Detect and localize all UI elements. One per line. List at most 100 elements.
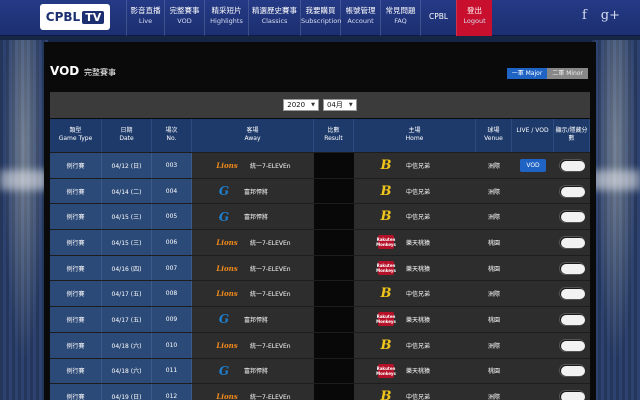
google-plus-icon[interactable]: g+ xyxy=(601,8,620,23)
away-team-cell: Lions統一7-ELEVEn xyxy=(192,333,314,358)
home-team-cell: Rakuten Monkeys 樂天桃猿 xyxy=(354,359,476,384)
vod-button[interactable]: VOD xyxy=(520,159,545,172)
table-row: 例行賽04/12 (日)003Lions統一7-ELEVEnB中信兄弟洲際VOD xyxy=(50,152,590,178)
game-date: 04/14 (二) xyxy=(112,187,142,196)
nav-item-logout[interactable]: 登出Logout xyxy=(456,0,492,36)
column-header-sublabel: Date xyxy=(102,135,151,143)
table-row: 例行賽04/15 (三)005G富邦悍將B中信兄弟洲際 xyxy=(50,203,590,229)
away-team-cell: G富邦悍將 xyxy=(192,204,314,229)
show-score-cell xyxy=(554,384,590,400)
nav-item-label: 我要購買 xyxy=(301,5,340,16)
guardians-logo-icon: G xyxy=(216,363,232,379)
guardians-logo-icon: G xyxy=(216,209,232,225)
game-number: 011 xyxy=(166,367,177,374)
column-header-result: 比數Result xyxy=(314,119,354,152)
column-header-label: 日期 xyxy=(102,127,151,135)
venue-cell: 洲際 xyxy=(476,333,512,358)
home-team-cell: B中信兄弟 xyxy=(354,204,476,229)
column-header-label: 球場 xyxy=(476,127,511,135)
show-score-cell xyxy=(554,256,590,281)
show-score-toggle[interactable] xyxy=(559,339,585,352)
table-row: 例行賽04/17 (五)009G富邦悍將Rakuten Monkeys樂天桃猿桃… xyxy=(50,306,590,332)
live-vod-cell xyxy=(512,384,554,400)
show-score-toggle[interactable] xyxy=(559,313,585,326)
column-header-home: 主場Home xyxy=(354,119,476,152)
game-number-cell: 009 xyxy=(152,307,192,332)
lions-logo-icon: Lions xyxy=(216,157,238,173)
game-number: 006 xyxy=(166,239,177,246)
game-number-cell: 008 xyxy=(152,281,192,306)
nav-item-subscription[interactable]: 我要購買Subscription xyxy=(300,0,340,36)
minor-league-button[interactable]: 二軍 Minor xyxy=(547,68,588,79)
date-cell: 04/16 (四) xyxy=(102,256,152,281)
away-team-cell: Lions統一7-ELEVEn xyxy=(192,256,314,281)
nav-item-label: 常見問題 xyxy=(381,5,420,16)
brothers-logo-icon: B xyxy=(378,337,394,353)
league-toggle: 一軍 Major 二軍 Minor xyxy=(507,68,588,79)
game-number-cell: 005 xyxy=(152,204,192,229)
show-score-toggle[interactable] xyxy=(559,262,585,275)
nav-item-sublabel: Account xyxy=(341,16,380,27)
result-cell xyxy=(314,153,354,178)
column-header-live: LIVE / VOD xyxy=(512,119,554,152)
venue-cell: 洲際 xyxy=(476,179,512,204)
show-score-toggle[interactable] xyxy=(559,364,585,377)
column-header-label: 顯示/隱藏分數 xyxy=(554,127,589,143)
game-type-cell: 例行賽 xyxy=(50,179,102,204)
facebook-icon[interactable]: f xyxy=(582,8,587,23)
nav-item-sublabel: Subscription xyxy=(301,16,340,27)
nav-item-sublabel: Logout xyxy=(457,16,492,27)
away-team-cell: G富邦悍將 xyxy=(192,359,314,384)
show-score-toggle[interactable] xyxy=(559,210,585,223)
game-type-cell: 例行賽 xyxy=(50,307,102,332)
nav-item-highlights[interactable]: 精采短片Highlights xyxy=(204,0,248,36)
cpbl-tv-logo[interactable]: CPBL TV xyxy=(40,4,110,30)
nav-item-label: 精采短片 xyxy=(205,5,248,16)
show-score-cell xyxy=(554,307,590,332)
monkeys-logo-icon: Rakuten Monkeys xyxy=(378,364,394,378)
show-score-toggle[interactable] xyxy=(559,287,585,300)
vod-panel: VOD 完整賽事 一軍 Major 二軍 Minor 2020 ▼ 04月 ▼ … xyxy=(44,42,596,400)
venue-name: 桃園 xyxy=(488,315,500,324)
game-number-cell: 012 xyxy=(152,384,192,400)
show-score-toggle[interactable] xyxy=(559,185,585,198)
home-team-name: 樂天桃猿 xyxy=(406,366,430,375)
show-score-cell xyxy=(554,179,590,204)
nav-item-sublabel: Classics xyxy=(249,16,300,27)
venue-name: 洲際 xyxy=(488,187,500,196)
guardians-logo-icon: G xyxy=(216,183,232,199)
column-header-venue: 球場Venue xyxy=(476,119,512,152)
nav-item-vod[interactable]: 完整賽事VOD xyxy=(164,0,204,36)
nav-item-classics[interactable]: 精選歷史賽事Classics xyxy=(248,0,300,36)
chevron-down-icon: ▼ xyxy=(311,99,315,111)
month-select[interactable]: 04月 ▼ xyxy=(323,99,357,111)
nav-item-live[interactable]: 影音直播Live xyxy=(126,0,164,36)
game-number-cell: 004 xyxy=(152,179,192,204)
game-type: 例行賽 xyxy=(66,392,84,400)
show-score-toggle[interactable] xyxy=(559,159,585,172)
nav-item-sublabel: VOD xyxy=(165,16,204,27)
venue-name: 洲際 xyxy=(488,289,500,298)
show-score-toggle[interactable] xyxy=(559,236,585,249)
game-number-cell: 010 xyxy=(152,333,192,358)
venue-cell: 洲際 xyxy=(476,384,512,400)
away-team-name: 富邦悍將 xyxy=(244,187,268,196)
away-team-cell: G富邦悍將 xyxy=(192,307,314,332)
month-value: 04月 xyxy=(327,99,343,111)
home-team-name: 樂天桃猿 xyxy=(406,264,430,273)
show-score-toggle[interactable] xyxy=(559,390,585,400)
major-league-button[interactable]: 一軍 Major xyxy=(507,68,548,79)
home-team-cell: Rakuten Monkeys樂天桃猿 xyxy=(354,307,476,332)
nav-item-label: 登出 xyxy=(457,5,492,16)
year-select[interactable]: 2020 ▼ xyxy=(283,99,319,111)
game-type-cell: 例行賽 xyxy=(50,384,102,400)
column-header-label: 比數 xyxy=(314,127,353,135)
table-row: 例行賽04/18 (六)010Lions統一7-ELEVEnB中信兄弟洲際 xyxy=(50,332,590,358)
nav-item-faq[interactable]: 常見問題FAQ xyxy=(380,0,420,36)
show-score-cell xyxy=(554,333,590,358)
show-score-cell xyxy=(554,204,590,229)
nav-item-cpbl[interactable]: CPBL xyxy=(420,0,456,36)
game-number: 003 xyxy=(166,162,177,169)
nav-item-account[interactable]: 帳號管理Account xyxy=(340,0,380,36)
game-number-cell: 003 xyxy=(152,153,192,178)
